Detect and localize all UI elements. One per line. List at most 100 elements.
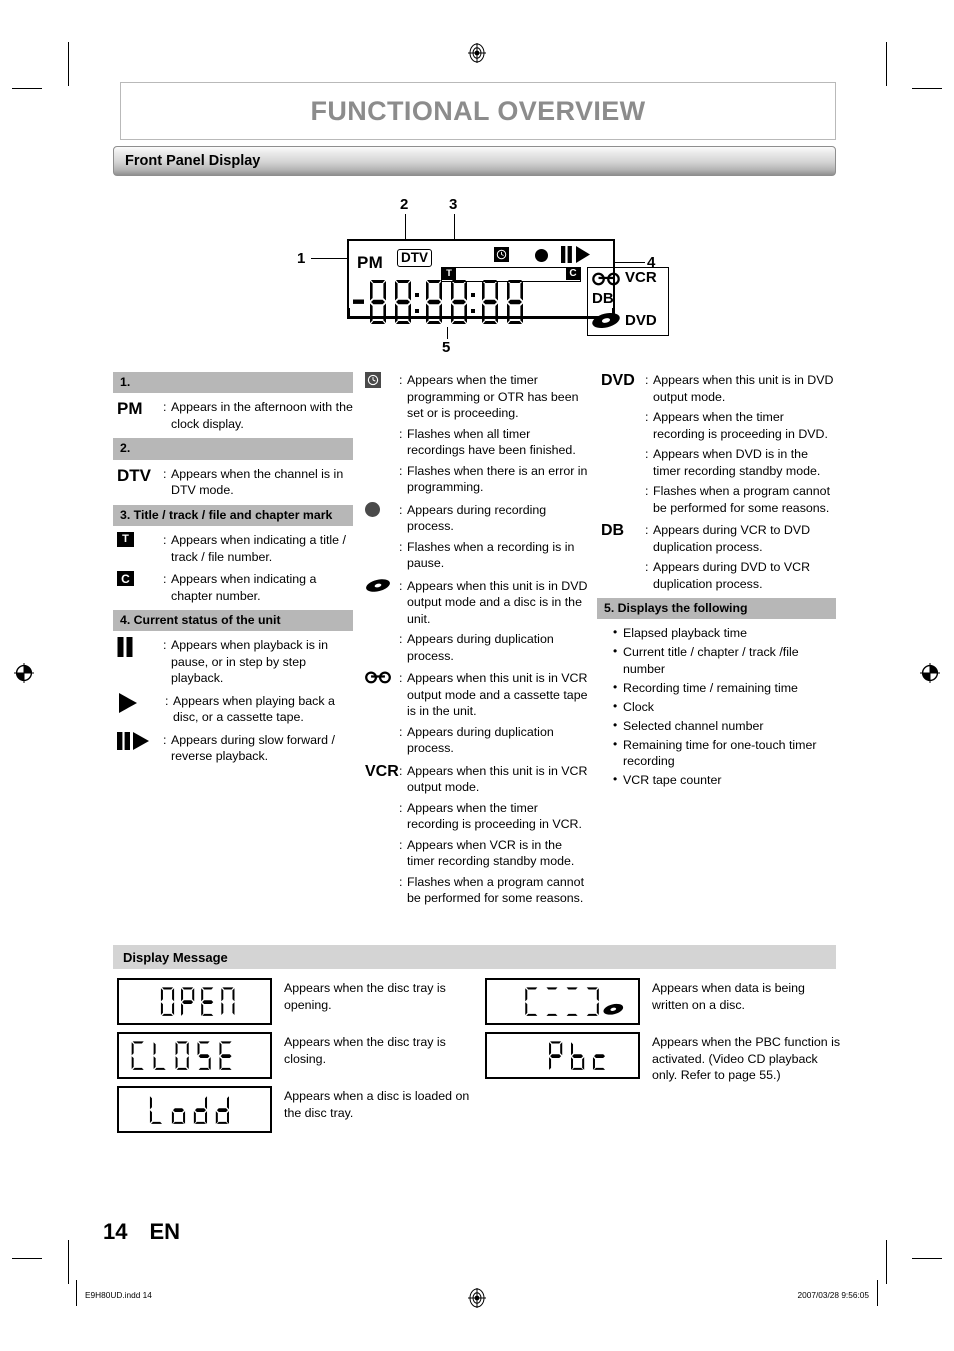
legend-definition-text: Appears in the afternoon with the clock …	[171, 400, 353, 431]
page-number-block: 14 EN	[103, 1219, 180, 1245]
crop-mark-right-horizontal-bottom	[912, 1258, 942, 1259]
legend-entry-disc: : Appears when this unit is in DVD output…	[361, 578, 589, 665]
record-dot-icon	[535, 249, 548, 262]
legend-definition: : Appears when playing back a disc, or a…	[165, 693, 353, 726]
legend-heading-5: 5. Displays the following	[597, 598, 836, 620]
legend-definition: : Appears when the channel is in DTV mod…	[163, 466, 353, 499]
colon: :	[399, 763, 403, 778]
lcd-readout-pbc	[485, 1032, 640, 1079]
colon: :	[399, 373, 403, 387]
cassette-tape-icon	[592, 272, 620, 286]
legend-symbol-record	[361, 501, 399, 572]
lcd-readout-writing	[485, 978, 640, 1025]
colon: :	[399, 874, 403, 889]
legend-definition: : Appears during slow forward / reverse …	[163, 732, 353, 765]
crop-mark-top-left-vertical	[68, 42, 69, 86]
footer-rule-right	[877, 1280, 878, 1306]
list-item: Selected channel number	[609, 717, 836, 735]
legend-definition-text: Appears when this unit is in DVD output …	[407, 578, 588, 626]
legend-definition: : Appears during duplication process.	[399, 724, 589, 757]
legend-definition-text: Appears when playing back a disc, or a c…	[173, 693, 335, 725]
display-message-area: Appears when the disc tray is opening. A…	[113, 972, 840, 1137]
legend-symbol-vcr: VCR	[365, 762, 399, 780]
legend-definition-text: Appears when the channel is in DTV mode.	[171, 466, 344, 498]
legend-definition: : Appears when playback is in pause, or …	[163, 637, 353, 687]
colon: :	[163, 466, 167, 481]
legend-symbol-cassette	[361, 670, 399, 757]
pause-play-icons	[561, 246, 590, 263]
legend-definition-text: Appears during VCR to DVD duplication pr…	[653, 523, 811, 554]
callout-leader-2	[405, 214, 407, 241]
legend-symbol-title-mark: T	[113, 532, 163, 565]
legend-symbol-dvd: DVD	[601, 372, 635, 389]
colon: :	[399, 632, 403, 646]
cassette-tape-icon	[365, 671, 391, 684]
page-title: FUNCTIONAL OVERVIEW	[310, 95, 646, 126]
legend-definition: : Appears when the timer programming or O…	[399, 372, 589, 422]
legend-entry-pause: : Appears when playback is in pause, or …	[113, 637, 353, 687]
legend-definition-text: Appears when indicating a chapter number…	[171, 572, 317, 603]
legend-entry-play: : Appears when playing back a disc, or a…	[113, 692, 353, 726]
segment-text-load	[149, 1096, 229, 1124]
callout-number-1: 1	[297, 250, 306, 267]
colon: :	[399, 837, 403, 852]
crop-mark-top-right-vertical	[886, 42, 887, 86]
display-message-row-open: Appears when the disc tray is opening.	[117, 978, 474, 1025]
lcd-vcr-indicator: VCR	[625, 269, 657, 286]
legend-symbol-play	[113, 692, 165, 726]
legend-column-3: DVD : Appears when this unit is in DVD ou…	[597, 372, 836, 791]
list-item: Remaining time for one-touch timer recor…	[609, 736, 836, 771]
display-message-row-close: Appears when the disc tray is closing.	[117, 1032, 474, 1079]
legend-definition: : Appears when indicating a chapter numb…	[163, 571, 353, 604]
front-panel-display-diagram: 2 3 1 4 5 PM DTV T C VCR DB DVD	[285, 196, 675, 361]
disc-icon	[366, 578, 390, 592]
clock-icon	[367, 374, 379, 386]
legend-definition-text: Appears when indicating a title / track …	[171, 533, 346, 564]
colon: :	[645, 447, 649, 461]
lcd-readout-close	[117, 1032, 272, 1079]
display-message-row-load: Appears when a disc is loaded on the dis…	[117, 1086, 474, 1133]
lcd-dvd-indicator: DVD	[625, 312, 657, 329]
legend-definition-text: Appears when this unit is in DVD output …	[653, 373, 834, 404]
display-message-text: Appears when a disc is loaded on the dis…	[284, 1089, 470, 1120]
legend-definition-text: Appears when VCR is in the timer recordi…	[407, 837, 575, 869]
legend-definition-text: Appears during recording process.	[407, 502, 547, 534]
slow-play-icon	[117, 731, 149, 750]
section-header-label: Display Message	[123, 949, 228, 965]
legend-definition-text: Flashes when a program cannot be perform…	[653, 484, 831, 515]
crop-mark-right-horizontal-top	[912, 88, 942, 89]
callout-number-5: 5	[442, 339, 451, 356]
callout-5-bracket-tick-left	[348, 308, 351, 319]
legend-symbol-slow-play	[113, 731, 163, 765]
legend-entry-title-mark: T : Appears when indicating a title / tr…	[113, 532, 353, 565]
crop-mark-bottom-left-vertical	[68, 1240, 69, 1284]
legend-definition: : Appears when indicating a title / trac…	[163, 532, 353, 565]
colon: :	[645, 560, 649, 574]
segment-text-writing	[525, 987, 624, 1016]
legend-entry-record: : Appears during recording process. : Flas…	[361, 501, 589, 572]
callout-number-2: 2	[400, 196, 409, 213]
legend-definition-text: Appears when playback is in pause, or in…	[171, 638, 329, 686]
legend-definition: : Flashes when there is an error in progr…	[399, 463, 589, 496]
footer-rule-left	[76, 1280, 77, 1306]
colon: :	[645, 410, 649, 424]
legend-heading-2: 2.	[113, 438, 353, 460]
play-icon	[119, 692, 137, 713]
legend-definition: : Appears when this unit is in VCR output…	[399, 670, 589, 720]
legend-entry-dvd: DVD : Appears when this unit is in DVD ou…	[597, 372, 836, 516]
callout-5-bracket	[348, 316, 614, 319]
legend-symbol-chapter-mark: C	[113, 571, 163, 604]
segment-text-close	[131, 1041, 232, 1070]
crop-mark-left-horizontal-bottom	[12, 1258, 42, 1259]
legend-column-2: : Appears when the timer programming or O…	[361, 372, 589, 913]
footer-timestamp: 2007/03/28 9:56:05	[797, 1290, 869, 1300]
colon: :	[399, 502, 403, 517]
legend-definition-text: Appears during slow forward / reverse pl…	[171, 732, 335, 764]
legend-definition-text: Appears when this unit is in VCR output …	[407, 763, 588, 795]
section-header-front-panel-display: Front Panel Display	[113, 146, 836, 176]
legend-definition: : Appears during DVD to VCR duplication p…	[645, 559, 836, 592]
colon: :	[399, 463, 403, 478]
legend-definition-text: Flashes when a program cannot be perform…	[407, 874, 585, 906]
legend-symbol-db: DB	[601, 522, 625, 539]
legend-entry-dtv: DTV : Appears when the channel is in DTV…	[113, 466, 353, 499]
